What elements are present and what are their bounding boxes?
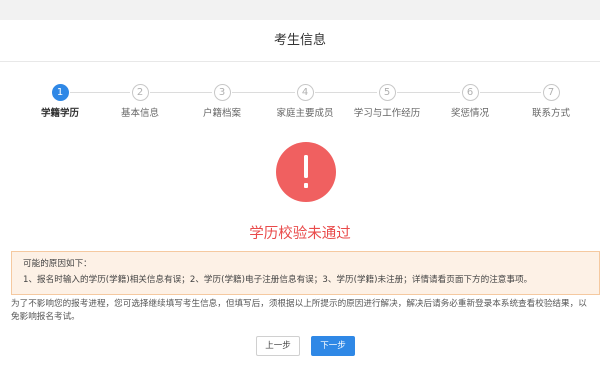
step-connector xyxy=(397,92,460,93)
step-progress: 1 学籍学历 2 基本信息 3 户籍档案 4 家庭主要成员 5 学习与工作经历 … xyxy=(0,84,600,124)
page-title: 考生信息 xyxy=(273,33,326,48)
reason-box: 可能的原因如下： 1、报名时输入的学历(学籍)相关信息有误；2、学历(学籍)电子… xyxy=(11,251,600,295)
step-number: 2 xyxy=(131,84,149,101)
step-1[interactable]: 1 学籍学历 xyxy=(20,84,100,119)
step-number: 3 xyxy=(213,84,231,101)
step-connector xyxy=(70,92,130,93)
step-label: 学习与工作经历 xyxy=(353,108,421,119)
step-2[interactable]: 2 基本信息 xyxy=(100,84,180,119)
step-connector xyxy=(315,92,377,93)
exclamation-mark-glyph xyxy=(304,155,308,188)
step-4[interactable]: 4 家庭主要成员 xyxy=(265,84,345,119)
step-number: 7 xyxy=(542,84,560,101)
reason-heading: 可能的原因如下： xyxy=(23,259,92,269)
browser-top-strip xyxy=(0,0,600,20)
reason-text: 1、报名时输入的学历(学籍)相关信息有误；2、学历(学籍)电子注册信息有误；3、… xyxy=(23,275,533,285)
step-label: 基本信息 xyxy=(120,108,159,119)
step-connector xyxy=(150,92,212,93)
step-number: 5 xyxy=(378,84,396,101)
step-3[interactable]: 3 户籍档案 xyxy=(182,84,262,119)
step-5[interactable]: 5 学习与工作经历 xyxy=(347,84,427,119)
result-title: 学历校验未通过 xyxy=(249,226,351,242)
step-label: 家庭主要成员 xyxy=(276,108,334,119)
exclamation-icon xyxy=(276,142,336,202)
step-number: 4 xyxy=(296,84,314,101)
notice-text: 为了不影响您的报考进程，您可选择继续填写考生信息，但填写后，须根据以上所提示的原… xyxy=(11,299,587,322)
step-connector xyxy=(480,92,541,93)
step-connector xyxy=(232,92,295,93)
step-label: 学籍学历 xyxy=(40,108,79,119)
step-6[interactable]: 6 奖惩情况 xyxy=(430,84,510,119)
step-label: 联系方式 xyxy=(531,108,570,119)
step-label: 奖惩情况 xyxy=(450,108,489,119)
step-number: 1 xyxy=(51,84,69,101)
page-header: 考生信息 xyxy=(0,20,600,62)
prev-step-button[interactable]: 上一步 xyxy=(256,336,300,356)
next-step-button[interactable]: 下一步 xyxy=(311,336,355,356)
step-7[interactable]: 7 联系方式 xyxy=(511,84,591,119)
step-number: 6 xyxy=(461,84,479,101)
step-label: 户籍档案 xyxy=(202,108,241,119)
